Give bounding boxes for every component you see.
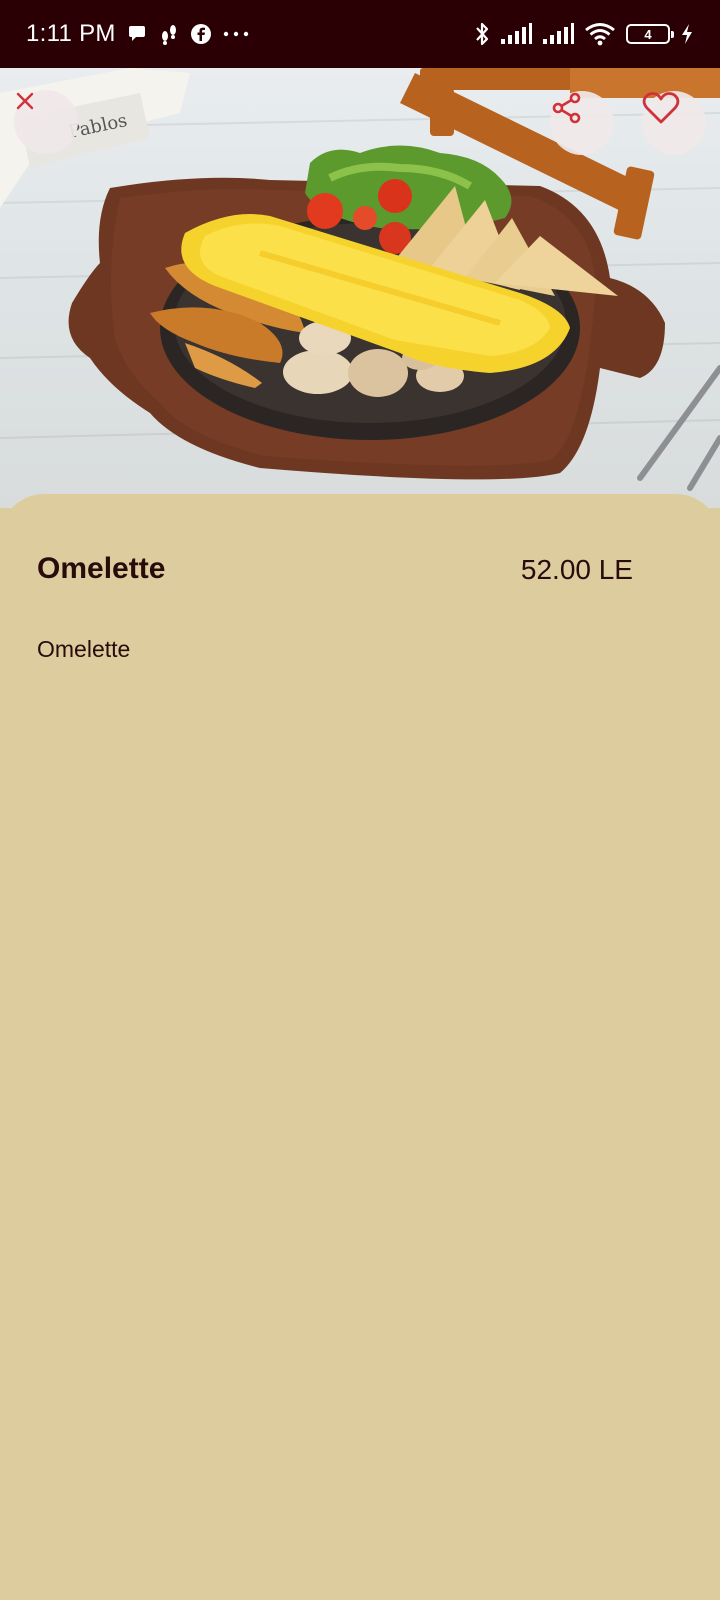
- status-time: 1:11 PM: [26, 20, 116, 47]
- product-details-sheet: Omelette 52.00 LE Omelette: [0, 494, 720, 1600]
- wifi-icon: [584, 22, 616, 46]
- signal-icon: [500, 23, 532, 45]
- steps-icon: [158, 22, 180, 46]
- hero-image: Pablos: [0, 68, 720, 508]
- charging-icon: [680, 23, 694, 45]
- product-description: Omelette: [37, 636, 131, 662]
- status-bar-left: 1:11 PM: [26, 20, 250, 48]
- product-price: 52.00 LE: [520, 554, 633, 585]
- close-button[interactable]: [14, 90, 78, 154]
- chat-bubble-icon: [126, 23, 148, 45]
- product-name: Omelette: [37, 552, 166, 585]
- status-bar: 1:11 PM 4: [0, 0, 720, 68]
- battery-level: 4: [644, 26, 652, 42]
- favorite-button[interactable]: [642, 91, 706, 155]
- facebook-icon: [190, 23, 212, 45]
- bluetooth-icon: [474, 21, 490, 47]
- battery-icon: 4: [626, 24, 674, 44]
- signal-icon: [542, 23, 574, 45]
- more-dots-icon: [222, 29, 250, 39]
- status-bar-right: 4: [474, 21, 694, 47]
- share-button[interactable]: [550, 91, 614, 155]
